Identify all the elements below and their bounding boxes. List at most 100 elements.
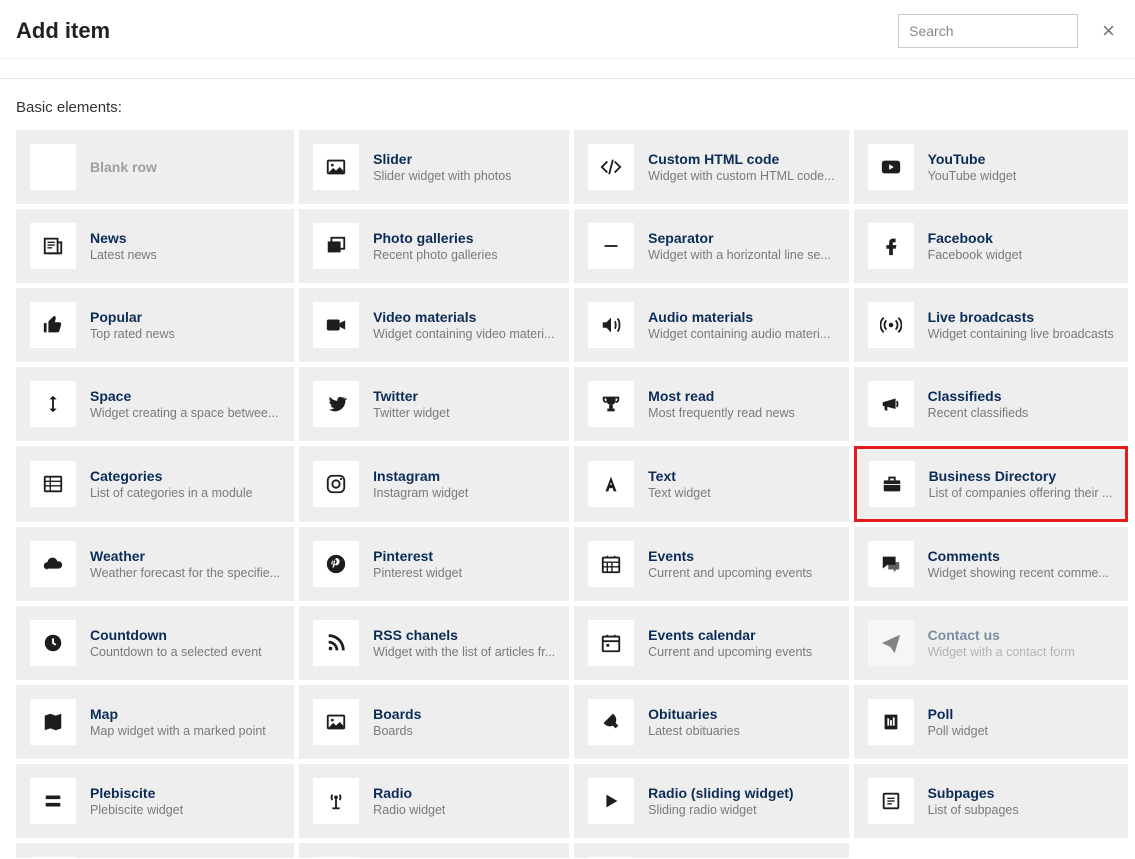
card-text: SubpagesList of subpages (928, 785, 1019, 817)
card-title: Subpages (928, 785, 1019, 801)
card-desc: Current and upcoming events (648, 645, 812, 659)
item-card[interactable]: Contact usWidget with a contact form (854, 606, 1128, 680)
item-card[interactable]: WeatherWeather forecast for the specifie… (16, 527, 294, 601)
card-desc: Facebook widget (928, 248, 1023, 262)
item-card[interactable]: SeparatorWidget with a horizontal line s… (574, 209, 848, 283)
item-card[interactable]: PollPoll widget (854, 685, 1128, 759)
card-desc: Widget showing recent comme... (928, 566, 1109, 580)
card-text: CategoriesList of categories in a module (90, 468, 253, 500)
items-grid: Blank row SliderSlider widget with photos… (16, 130, 1127, 858)
card-title: Radio (373, 785, 445, 801)
item-card[interactable]: Search engineSearch form (299, 843, 569, 858)
item-card[interactable]: CountdownCountdown to a selected event (16, 606, 294, 680)
card-text: SliderSlider widget with photos (373, 151, 511, 183)
card-desc: Boards (373, 724, 421, 738)
card-title: Live broadcasts (928, 309, 1114, 325)
card-desc: Widget containing audio materi... (648, 327, 830, 341)
item-card[interactable]: Audio materialsWidget containing audio m… (574, 288, 848, 362)
item-card[interactable]: Business DirectoryList of companies offe… (854, 446, 1128, 522)
card-title: Map (90, 706, 266, 722)
card-title: Poll (928, 706, 988, 722)
card-title: Pinterest (373, 548, 462, 564)
card-text: ClassifiedsRecent classifieds (928, 388, 1029, 420)
card-text: Business DirectoryList of companies offe… (929, 468, 1113, 500)
card-text: Contact usWidget with a contact form (928, 627, 1075, 659)
item-card[interactable]: NewsLatest news (16, 209, 294, 283)
card-text: TextText widget (648, 468, 711, 500)
item-card[interactable]: CategoriesList of categories in a module (16, 446, 294, 522)
item-card[interactable]: InstagramInstagram widget (299, 446, 569, 522)
item-card[interactable]: Pinterest Pinterest widget (299, 527, 569, 601)
item-card[interactable]: Most readMost frequently read news (574, 367, 848, 441)
card-title: Photo galleries (373, 230, 497, 246)
search-input[interactable] (898, 14, 1078, 48)
card-title: Text (648, 468, 711, 484)
item-card[interactable]: Events calendarCurrent and upcoming even… (574, 606, 848, 680)
item-card[interactable]: Photo galleries Recent photo galleries (299, 209, 569, 283)
card-title: Slider (373, 151, 511, 167)
card-text: CommentsWidget showing recent comme... (928, 548, 1109, 580)
item-card[interactable]: ObituariesLatest obituaries (574, 685, 848, 759)
cloud-icon (30, 541, 76, 587)
card-text: RSS chanelsWidget with the list of artic… (373, 627, 555, 659)
card-title: Radio (sliding widget) (648, 785, 793, 801)
item-card[interactable]: Custom HTML codeWidget with custom HTML … (574, 130, 848, 204)
card-desc: Recent classifieds (928, 406, 1029, 420)
card-text: EventsCurrent and upcoming events (648, 548, 812, 580)
item-card[interactable]: Video materialsWidget containing video m… (299, 288, 569, 362)
item-card[interactable]: CommentsWidget showing recent comme... (854, 527, 1128, 601)
item-card[interactable]: Blank row (16, 130, 294, 204)
item-card[interactable]: BoardsBoards (299, 685, 569, 759)
item-card[interactable]: YouTubeYouTube widget (854, 130, 1128, 204)
card-text: Blank row (90, 159, 157, 175)
thumb-icon (30, 302, 76, 348)
card-desc: Most frequently read news (648, 406, 795, 420)
item-card[interactable]: AuthorsList of articles' authors (16, 843, 294, 858)
card-title: RSS chanels (373, 627, 555, 643)
card-desc: Latest news (90, 248, 157, 262)
card-text: Live broadcastsWidget containing live br… (928, 309, 1114, 341)
item-card[interactable]: TwitterTwitter widget (299, 367, 569, 441)
play-icon (588, 778, 634, 824)
card-title: Custom HTML code (648, 151, 834, 167)
item-card[interactable]: SpaceWidget creating a space betwee... (16, 367, 294, 441)
card-text: Events calendarCurrent and upcoming even… (648, 627, 812, 659)
item-card[interactable]: RSS chanelsWidget with the list of artic… (299, 606, 569, 680)
item-card[interactable]: PopularTop rated news (16, 288, 294, 362)
calgrid-icon (588, 541, 634, 587)
item-card[interactable]: MapMap widget with a marked point (16, 685, 294, 759)
item-card[interactable]: Radio Radio widget (299, 764, 569, 838)
card-title: Contact us (928, 627, 1075, 643)
card-desc: Pinterest widget (373, 566, 462, 580)
card-desc: Countdown to a selected event (90, 645, 262, 659)
card-desc: Plebiscite widget (90, 803, 183, 817)
card-desc: Weather forecast for the specifie... (90, 566, 280, 580)
item-card[interactable]: FacebookFacebook widget (854, 209, 1128, 283)
bullhorn-icon (868, 381, 914, 427)
item-card[interactable]: Radio (sliding widget) Sliding radio widg… (574, 764, 848, 838)
item-card[interactable]: EventsCurrent and upcoming events (574, 527, 848, 601)
modal-title: Add item (16, 18, 110, 44)
send-icon (868, 620, 914, 666)
card-desc: Recent photo galleries (373, 248, 497, 262)
card-title: Plebiscite (90, 785, 183, 801)
content-scroll[interactable]: Basic elements: Blank rowSliderSlider wi… (0, 59, 1135, 858)
item-card[interactable]: TextText widget (574, 446, 848, 522)
rss-icon (313, 620, 359, 666)
card-text: ObituariesLatest obituaries (648, 706, 740, 738)
card-desc: Radio widget (373, 803, 445, 817)
book-icon (588, 857, 634, 858)
item-card[interactable]: Plebiscite Plebiscite widget (16, 764, 294, 838)
card-desc: Widget creating a space betwee... (90, 406, 278, 420)
item-card[interactable]: SliderSlider widget with photos (299, 130, 569, 204)
close-button[interactable]: × (1098, 14, 1119, 48)
font-icon (588, 461, 634, 507)
card-title: Blank row (90, 159, 157, 175)
blank-icon (30, 144, 76, 190)
item-card[interactable]: E-editionE-edition widget (574, 843, 848, 858)
card-title: Twitter (373, 388, 449, 404)
card-desc: Sliding radio widget (648, 803, 793, 817)
item-card[interactable]: ClassifiedsRecent classifieds (854, 367, 1128, 441)
item-card[interactable]: Live broadcastsWidget containing live br… (854, 288, 1128, 362)
item-card[interactable]: SubpagesList of subpages (854, 764, 1128, 838)
